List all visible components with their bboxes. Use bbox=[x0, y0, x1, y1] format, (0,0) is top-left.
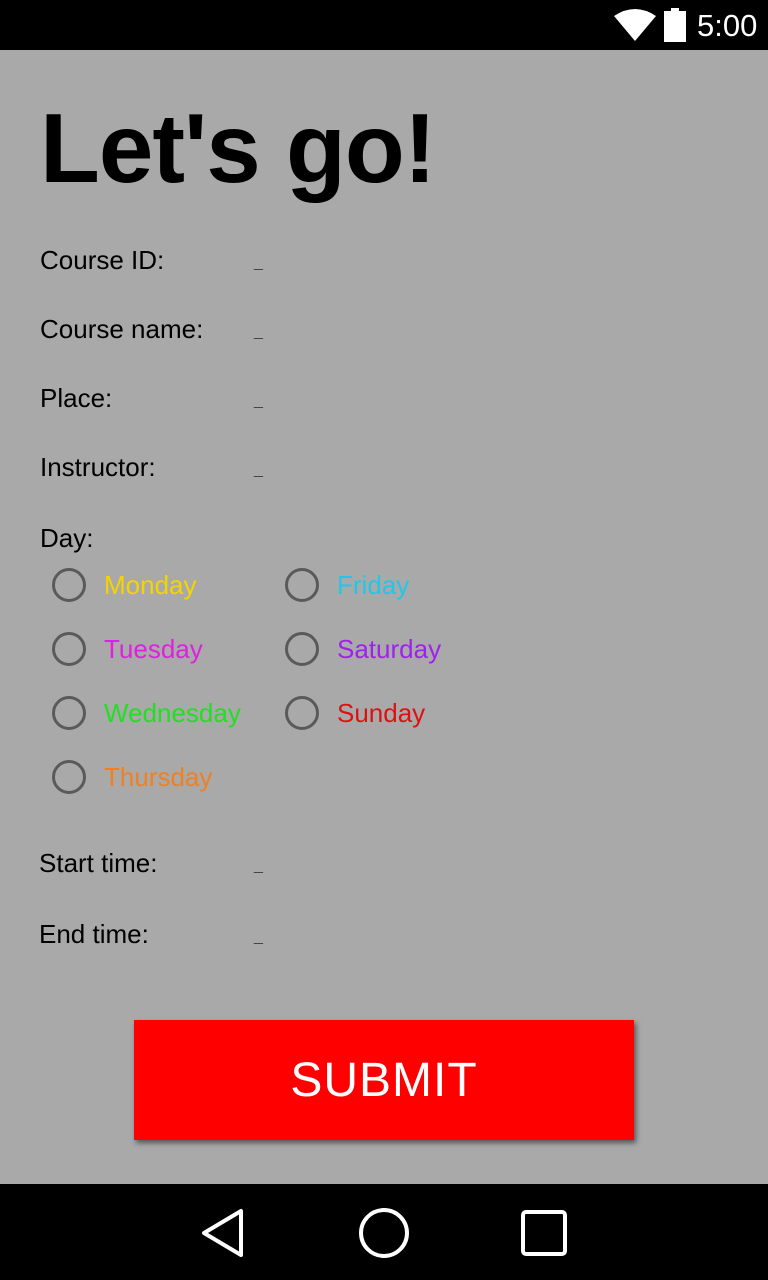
course-name-value[interactable]: _ bbox=[254, 322, 263, 342]
radio-label: Friday bbox=[337, 570, 410, 600]
submit-button[interactable]: SUBMIT bbox=[134, 1020, 634, 1140]
radio-label: Tuesday bbox=[104, 634, 203, 664]
day-label: Day: bbox=[40, 523, 94, 553]
radio-label: Monday bbox=[104, 570, 197, 600]
end-time-value[interactable]: _ bbox=[254, 927, 263, 947]
navigation-bar bbox=[0, 1184, 768, 1280]
course-id-label: Course ID: bbox=[40, 245, 165, 275]
radio-label: Saturday bbox=[337, 634, 442, 664]
status-time: 5:00 bbox=[697, 8, 758, 43]
start-time-value[interactable]: _ bbox=[254, 856, 263, 876]
recents-icon[interactable] bbox=[520, 1209, 568, 1257]
status-bar: 5:00 bbox=[0, 0, 768, 50]
course-id-value[interactable]: _ bbox=[254, 253, 263, 273]
radio-label: Sunday bbox=[337, 698, 426, 728]
back-icon[interactable] bbox=[200, 1208, 246, 1258]
instructor-value[interactable]: _ bbox=[254, 460, 263, 480]
instructor-label: Instructor: bbox=[40, 452, 156, 482]
wifi-icon bbox=[614, 9, 656, 41]
radio-circle[interactable] bbox=[52, 632, 86, 666]
place-value[interactable]: _ bbox=[254, 391, 263, 411]
place-label: Place: bbox=[40, 383, 113, 413]
radio-circle[interactable] bbox=[52, 760, 86, 794]
page-title: Let's go! bbox=[40, 93, 436, 203]
home-icon[interactable] bbox=[357, 1206, 411, 1260]
start-time-label: Start time: bbox=[39, 848, 158, 878]
end-time-label: End time: bbox=[39, 919, 149, 949]
course-name-label: Course name: bbox=[40, 314, 204, 344]
radio-label: Wednesday bbox=[104, 698, 241, 728]
radio-label: Thursday bbox=[104, 762, 213, 792]
radio-circle[interactable] bbox=[52, 696, 86, 730]
radio-circle[interactable] bbox=[52, 568, 86, 602]
battery-icon bbox=[664, 8, 686, 42]
radio-circle[interactable] bbox=[285, 632, 319, 666]
radio-circle[interactable] bbox=[285, 568, 319, 602]
radio-circle[interactable] bbox=[285, 696, 319, 730]
